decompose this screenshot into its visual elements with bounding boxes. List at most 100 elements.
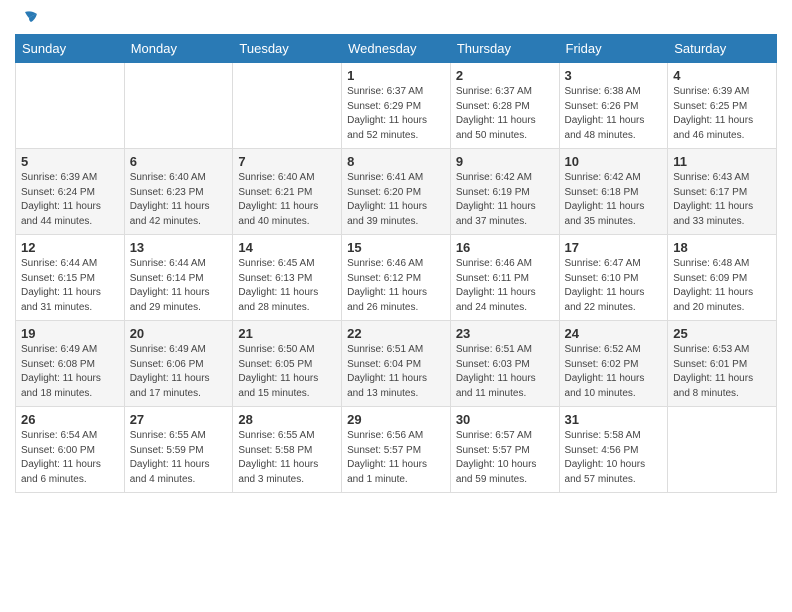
- calendar-cell: [16, 63, 125, 149]
- day-number: 21: [238, 326, 336, 341]
- day-number: 16: [456, 240, 554, 255]
- day-header-friday: Friday: [559, 35, 668, 63]
- day-number: 31: [565, 412, 663, 427]
- day-number: 9: [456, 154, 554, 169]
- day-info: Sunrise: 6:40 AM Sunset: 6:23 PM Dayligh…: [130, 171, 228, 229]
- day-info: Sunrise: 6:57 AM Sunset: 5:57 PM Dayligh…: [456, 429, 554, 487]
- calendar-cell: 26 Sunrise: 6:54 AM Sunset: 6:00 PM Dayli…: [16, 407, 125, 493]
- day-info: Sunrise: 6:52 AM Sunset: 6:02 PM Dayligh…: [565, 343, 663, 401]
- day-info: Sunrise: 6:56 AM Sunset: 5:57 PM Dayligh…: [347, 429, 445, 487]
- day-number: 13: [130, 240, 228, 255]
- day-info: Sunrise: 6:55 AM Sunset: 5:59 PM Dayligh…: [130, 429, 228, 487]
- day-header-tuesday: Tuesday: [233, 35, 342, 63]
- day-info: Sunrise: 6:41 AM Sunset: 6:20 PM Dayligh…: [347, 171, 445, 229]
- day-info: Sunrise: 6:42 AM Sunset: 6:18 PM Dayligh…: [565, 171, 663, 229]
- calendar-cell: 15 Sunrise: 6:46 AM Sunset: 6:12 PM Dayli…: [342, 235, 451, 321]
- calendar-week-row: 26 Sunrise: 6:54 AM Sunset: 6:00 PM Dayli…: [16, 407, 777, 493]
- day-info: Sunrise: 6:40 AM Sunset: 6:21 PM Dayligh…: [238, 171, 336, 229]
- calendar-week-row: 19 Sunrise: 6:49 AM Sunset: 6:08 PM Dayli…: [16, 321, 777, 407]
- calendar-header-row: SundayMondayTuesdayWednesdayThursdayFrid…: [16, 35, 777, 63]
- day-info: Sunrise: 6:37 AM Sunset: 6:29 PM Dayligh…: [347, 85, 445, 143]
- day-number: 30: [456, 412, 554, 427]
- day-number: 27: [130, 412, 228, 427]
- calendar-cell: 9Sunrise: 6:42 AM Sunset: 6:19 PM Daylig…: [450, 149, 559, 235]
- calendar-cell: [233, 63, 342, 149]
- day-info: Sunrise: 6:55 AM Sunset: 5:58 PM Dayligh…: [238, 429, 336, 487]
- day-header-thursday: Thursday: [450, 35, 559, 63]
- calendar-cell: [124, 63, 233, 149]
- calendar-cell: 16 Sunrise: 6:46 AM Sunset: 6:11 PM Dayli…: [450, 235, 559, 321]
- calendar-cell: 20Sunrise: 6:49 AM Sunset: 6:06 PM Dayli…: [124, 321, 233, 407]
- calendar-cell: 7 Sunrise: 6:40 AM Sunset: 6:21 PM Daylig…: [233, 149, 342, 235]
- day-info: Sunrise: 6:39 AM Sunset: 6:25 PM Dayligh…: [673, 85, 771, 143]
- day-number: 12: [21, 240, 119, 255]
- day-info: Sunrise: 6:54 AM Sunset: 6:00 PM Dayligh…: [21, 429, 119, 487]
- calendar-cell: 25Sunrise: 6:53 AM Sunset: 6:01 PM Dayli…: [668, 321, 777, 407]
- page-header: [15, 10, 777, 28]
- day-info: Sunrise: 6:45 AM Sunset: 6:13 PM Dayligh…: [238, 257, 336, 315]
- day-header-saturday: Saturday: [668, 35, 777, 63]
- calendar-table: SundayMondayTuesdayWednesdayThursdayFrid…: [15, 34, 777, 493]
- day-number: 3: [565, 68, 663, 83]
- day-number: 2: [456, 68, 554, 83]
- day-info: Sunrise: 6:38 AM Sunset: 6:26 PM Dayligh…: [565, 85, 663, 143]
- day-info: Sunrise: 6:44 AM Sunset: 6:14 PM Dayligh…: [130, 257, 228, 315]
- calendar-cell: 4 Sunrise: 6:39 AM Sunset: 6:25 PM Daylig…: [668, 63, 777, 149]
- calendar-cell: 27 Sunrise: 6:55 AM Sunset: 5:59 PM Dayli…: [124, 407, 233, 493]
- calendar-cell: 21 Sunrise: 6:50 AM Sunset: 6:05 PM Dayli…: [233, 321, 342, 407]
- calendar-cell: 30 Sunrise: 6:57 AM Sunset: 5:57 PM Dayli…: [450, 407, 559, 493]
- day-info: Sunrise: 6:49 AM Sunset: 6:08 PM Dayligh…: [21, 343, 119, 401]
- day-number: 17: [565, 240, 663, 255]
- day-number: 8: [347, 154, 445, 169]
- calendar-cell: 8 Sunrise: 6:41 AM Sunset: 6:20 PM Daylig…: [342, 149, 451, 235]
- calendar-cell: 23 Sunrise: 6:51 AM Sunset: 6:03 PM Dayli…: [450, 321, 559, 407]
- calendar-week-row: 1 Sunrise: 6:37 AM Sunset: 6:29 PM Daylig…: [16, 63, 777, 149]
- day-info: Sunrise: 6:51 AM Sunset: 6:03 PM Dayligh…: [456, 343, 554, 401]
- day-info: Sunrise: 5:58 AM Sunset: 4:56 PM Dayligh…: [565, 429, 663, 487]
- day-number: 15: [347, 240, 445, 255]
- calendar-cell: 17 Sunrise: 6:47 AM Sunset: 6:10 PM Dayli…: [559, 235, 668, 321]
- calendar-cell: 29 Sunrise: 6:56 AM Sunset: 5:57 PM Dayli…: [342, 407, 451, 493]
- calendar-cell: 11Sunrise: 6:43 AM Sunset: 6:17 PM Dayli…: [668, 149, 777, 235]
- day-info: Sunrise: 6:47 AM Sunset: 6:10 PM Dayligh…: [565, 257, 663, 315]
- day-info: Sunrise: 6:37 AM Sunset: 6:28 PM Dayligh…: [456, 85, 554, 143]
- day-number: 28: [238, 412, 336, 427]
- day-number: 11: [673, 154, 771, 169]
- day-number: 26: [21, 412, 119, 427]
- calendar-cell: 12Sunrise: 6:44 AM Sunset: 6:15 PM Dayli…: [16, 235, 125, 321]
- calendar-cell: 10Sunrise: 6:42 AM Sunset: 6:18 PM Dayli…: [559, 149, 668, 235]
- day-info: Sunrise: 6:53 AM Sunset: 6:01 PM Dayligh…: [673, 343, 771, 401]
- day-info: Sunrise: 6:51 AM Sunset: 6:04 PM Dayligh…: [347, 343, 445, 401]
- calendar-cell: 13 Sunrise: 6:44 AM Sunset: 6:14 PM Dayli…: [124, 235, 233, 321]
- calendar-cell: 28 Sunrise: 6:55 AM Sunset: 5:58 PM Dayli…: [233, 407, 342, 493]
- day-number: 5: [21, 154, 119, 169]
- day-number: 1: [347, 68, 445, 83]
- logo-bird-icon: [17, 10, 39, 28]
- calendar-cell: 24 Sunrise: 6:52 AM Sunset: 6:02 PM Dayli…: [559, 321, 668, 407]
- day-info: Sunrise: 6:46 AM Sunset: 6:11 PM Dayligh…: [456, 257, 554, 315]
- day-info: Sunrise: 6:46 AM Sunset: 6:12 PM Dayligh…: [347, 257, 445, 315]
- day-header-monday: Monday: [124, 35, 233, 63]
- calendar-cell: 18 Sunrise: 6:48 AM Sunset: 6:09 PM Dayli…: [668, 235, 777, 321]
- day-info: Sunrise: 6:39 AM Sunset: 6:24 PM Dayligh…: [21, 171, 119, 229]
- day-header-wednesday: Wednesday: [342, 35, 451, 63]
- day-number: 18: [673, 240, 771, 255]
- calendar-cell: 6Sunrise: 6:40 AM Sunset: 6:23 PM Daylig…: [124, 149, 233, 235]
- day-number: 29: [347, 412, 445, 427]
- calendar-cell: [668, 407, 777, 493]
- calendar-cell: 3 Sunrise: 6:38 AM Sunset: 6:26 PM Daylig…: [559, 63, 668, 149]
- day-number: 23: [456, 326, 554, 341]
- day-info: Sunrise: 6:50 AM Sunset: 6:05 PM Dayligh…: [238, 343, 336, 401]
- calendar-cell: 22Sunrise: 6:51 AM Sunset: 6:04 PM Dayli…: [342, 321, 451, 407]
- calendar-cell: 5 Sunrise: 6:39 AM Sunset: 6:24 PM Daylig…: [16, 149, 125, 235]
- day-number: 7: [238, 154, 336, 169]
- day-info: Sunrise: 6:48 AM Sunset: 6:09 PM Dayligh…: [673, 257, 771, 315]
- calendar-cell: 1 Sunrise: 6:37 AM Sunset: 6:29 PM Daylig…: [342, 63, 451, 149]
- calendar-cell: 2 Sunrise: 6:37 AM Sunset: 6:28 PM Daylig…: [450, 63, 559, 149]
- day-header-sunday: Sunday: [16, 35, 125, 63]
- day-info: Sunrise: 6:49 AM Sunset: 6:06 PM Dayligh…: [130, 343, 228, 401]
- day-number: 24: [565, 326, 663, 341]
- day-number: 19: [21, 326, 119, 341]
- day-number: 4: [673, 68, 771, 83]
- calendar-cell: 14Sunrise: 6:45 AM Sunset: 6:13 PM Dayli…: [233, 235, 342, 321]
